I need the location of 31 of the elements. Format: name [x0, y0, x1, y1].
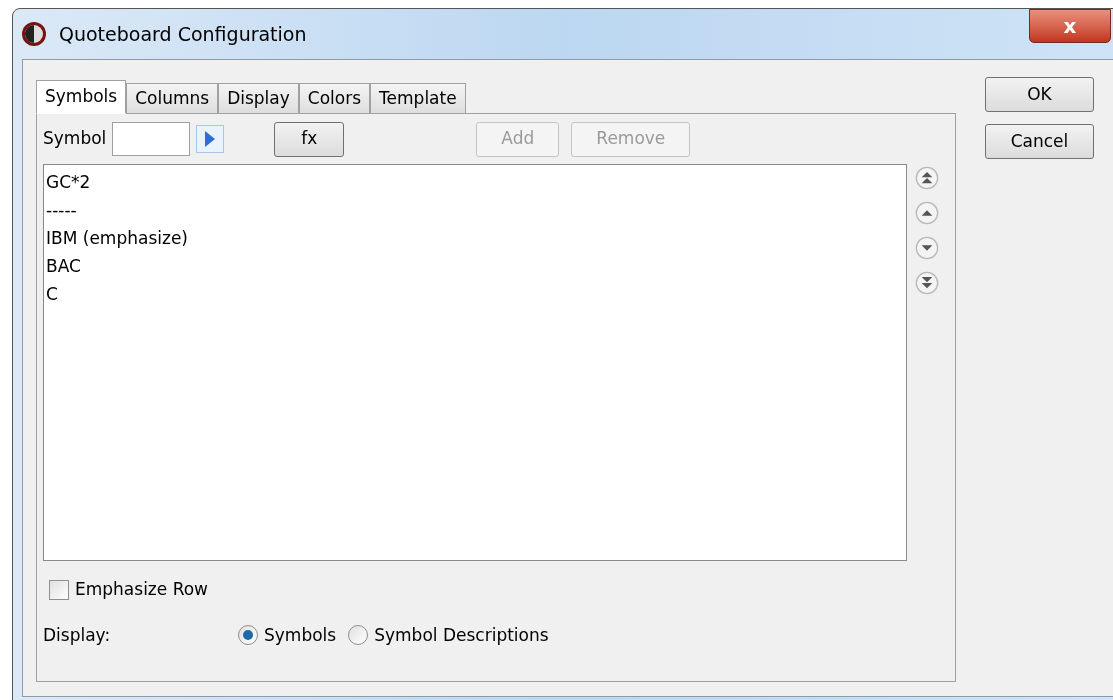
display-label: Display: — [43, 623, 112, 647]
tab[interactable]: Display — [218, 83, 299, 113]
dialog-button[interactable]: fx — [274, 121, 345, 157]
symbol-label: Symbol — [43, 127, 107, 151]
move-down-icon[interactable] — [915, 236, 939, 260]
move-up-icon[interactable] — [915, 201, 939, 225]
radio-label: Symbols — [264, 623, 337, 647]
move-to-bottom-icon[interactable] — [915, 271, 939, 295]
checkbox-label: Emphasize Row — [75, 578, 208, 601]
dialog-button[interactable]: Cancel — [985, 124, 1094, 159]
symbol-list-item[interactable]: ----- — [46, 196, 904, 224]
dialog-button[interactable]: OK — [985, 77, 1094, 112]
tab[interactable]: Colors — [298, 83, 371, 113]
radio-button[interactable] — [348, 625, 369, 646]
window-title: Quoteboard Configuration — [59, 21, 307, 47]
symbol-input[interactable] — [112, 122, 191, 156]
move-to-top-icon[interactable] — [915, 166, 939, 190]
radio-label: Symbol Descriptions — [374, 623, 549, 647]
close-button[interactable]: x — [1029, 9, 1111, 43]
tab[interactable]: Template — [370, 83, 466, 113]
symbol-list-item[interactable]: GC*2 — [46, 168, 904, 196]
radio-button[interactable] — [238, 625, 258, 646]
play-icon — [204, 130, 217, 148]
symbol-list-item[interactable]: BAC — [46, 252, 904, 280]
checkbox[interactable] — [49, 579, 69, 600]
symbol-list-item[interactable]: IBM (emphasize) — [46, 224, 904, 252]
tab[interactable]: Columns — [126, 83, 219, 113]
tab[interactable]: Symbols — [36, 80, 127, 114]
symbol-list-item[interactable]: C — [46, 280, 904, 308]
app-logo-icon — [21, 21, 47, 47]
go-button[interactable] — [196, 125, 225, 153]
